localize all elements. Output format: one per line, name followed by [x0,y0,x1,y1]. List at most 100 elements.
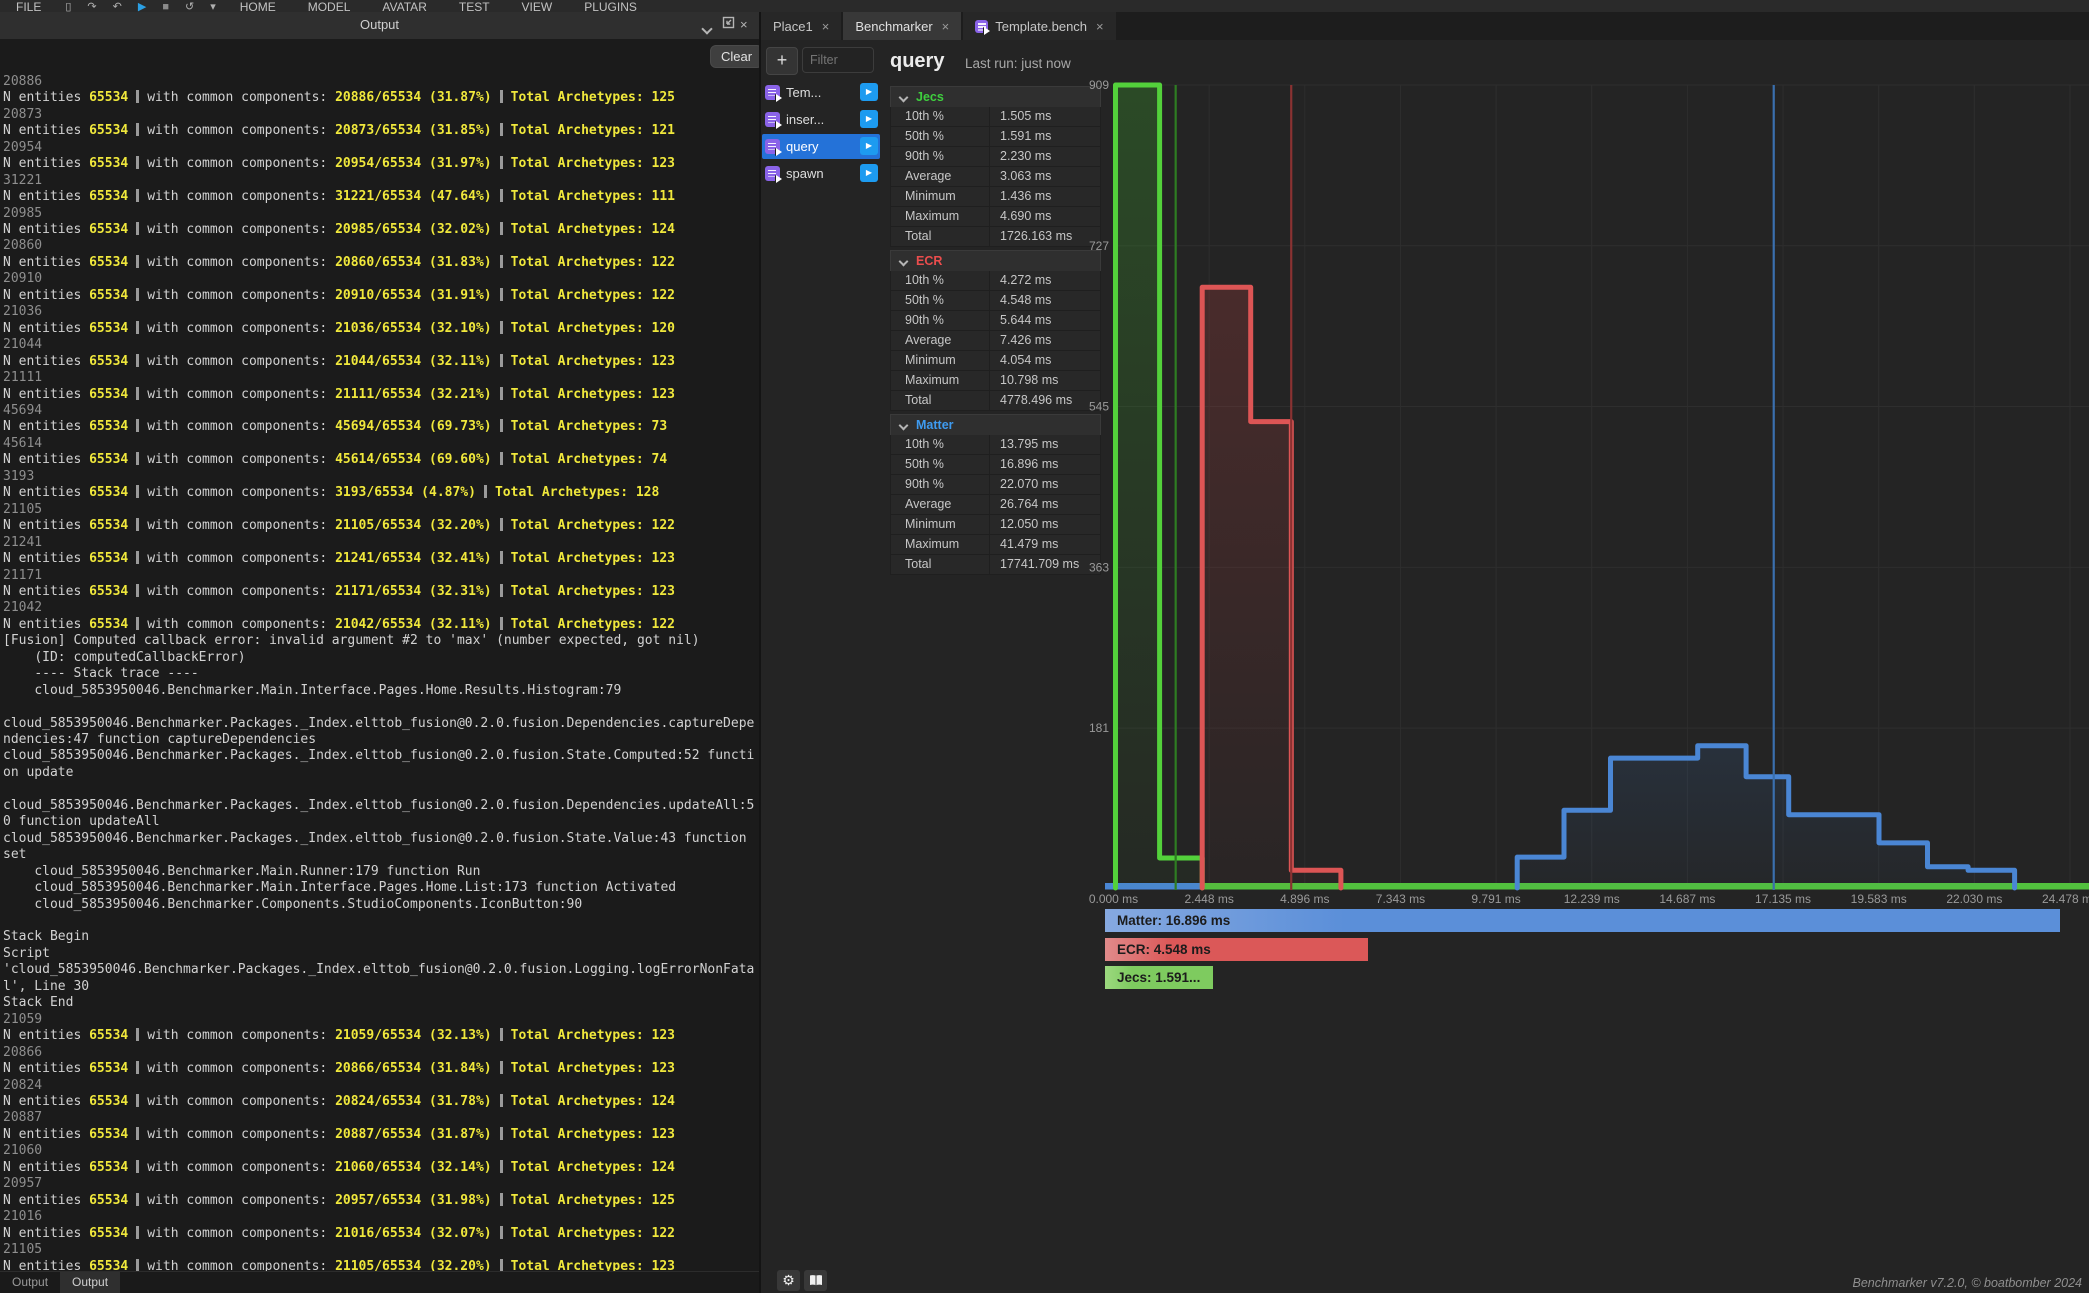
benchmark-item-query[interactable]: query▶ [762,134,880,159]
stats-section-jecs[interactable]: Jecs [890,86,1101,107]
output-console[interactable]: 20886N entities 65534with common compone… [0,39,759,1271]
script-icon [765,85,780,100]
benchmark-item-spawn[interactable]: spawn▶ [762,161,880,186]
log-entity-count: 20985 [3,206,759,222]
log-entity-count: 21241 [3,535,759,551]
log-line: N entities 65534with common components: … [3,156,759,172]
tab-place1[interactable]: Place1× [761,12,841,40]
log-error-line [3,699,759,715]
svg-text:24.478 ms: 24.478 ms [2042,892,2089,906]
close-icon[interactable]: × [942,19,950,34]
log-entity-count: 20866 [3,1045,759,1061]
svg-text:545: 545 [1089,400,1109,414]
log-entity-count: 45694 [3,403,759,419]
stat-row: 50th %4.548 ms [890,291,1101,311]
log-error-line: cloud_5853950046.Benchmarker.Main.Runner… [3,864,759,880]
log-line: N entities 65534with common components: … [3,1094,759,1110]
output-tab[interactable]: Output [60,1272,120,1293]
stats-section-ecr[interactable]: ECR [890,250,1101,271]
log-entity-count: 21111 [3,370,759,386]
log-error-line: cloud_5853950046.Benchmarker.Main.Interf… [3,880,759,896]
run-benchmark-button[interactable]: ▶ [860,164,878,182]
run-benchmark-button[interactable]: ▶ [860,110,878,128]
log-entity-count: 21060 [3,1143,759,1159]
close-icon[interactable]: × [740,17,748,32]
log-line: N entities 65534with common components: … [3,1259,759,1271]
svg-text:12.239 ms: 12.239 ms [1564,892,1620,906]
clear-button[interactable]: Clear [710,45,763,68]
log-line: N entities 65534with common components: … [3,189,759,205]
svg-text:Matter: 16.896 ms: Matter: 16.896 ms [1117,913,1230,928]
script-icon [765,139,780,154]
log-line: N entities 65534with common components: … [3,387,759,403]
close-icon[interactable]: × [1096,19,1104,34]
log-error-line [3,913,759,929]
stat-row: 10th %4.272 ms [890,271,1101,291]
stat-row: Maximum4.690 ms [890,207,1101,227]
stats-section-matter[interactable]: Matter [890,414,1101,435]
stat-row: Minimum1.436 ms [890,187,1101,207]
stat-row: 50th %1.591 ms [890,127,1101,147]
log-error-line: 'cloud_5853950046.Benchmarker.Packages._… [3,962,759,995]
benchmark-item-Tem[interactable]: Tem...▶ [762,80,880,105]
script-icon [765,166,780,181]
stat-row: Maximum10.798 ms [890,371,1101,391]
log-error-line: cloud_5853950046.Benchmarker.Packages._I… [3,716,759,749]
log-error-line: cloud_5853950046.Benchmarker.Main.Interf… [3,683,759,699]
output-tab[interactable]: Output [0,1272,60,1293]
log-line: N entities 65534with common components: … [3,485,759,501]
tab-template-bench[interactable]: Template.bench× [963,12,1115,40]
log-error-line: Script [3,946,759,962]
log-line: N entities 65534with common components: … [3,222,759,238]
log-entity-count: 45614 [3,436,759,452]
svg-text:9.791 ms: 9.791 ms [1471,892,1520,906]
stat-row: Total17741.709 ms [890,555,1101,575]
log-line: N entities 65534with common components: … [3,1028,759,1044]
log-line: N entities 65534with common components: … [3,123,759,139]
log-entity-count: 20824 [3,1078,759,1094]
log-line: N entities 65534with common components: … [3,1193,759,1209]
log-error-line: cloud_5853950046.Benchmarker.Components.… [3,897,759,913]
svg-text:Jecs: 1.591...: Jecs: 1.591... [1117,970,1200,985]
docs-book-icon[interactable] [804,1270,827,1291]
stat-row: Minimum12.050 ms [890,515,1101,535]
legend-bar [1105,909,2060,932]
histogram-chart: 9097275453631810.000 ms2.448 ms4.896 ms7… [1085,60,2089,1005]
stat-row: 10th %1.505 ms [890,107,1101,127]
benchmark-item-inser[interactable]: inser...▶ [762,107,880,132]
collapse-chevron-icon[interactable] [703,21,711,36]
document-tabbar: Place1×Benchmarker×Template.bench× [761,12,2089,40]
log-line: N entities 65534with common components: … [3,90,759,106]
log-line: N entities 65534with common components: … [3,1226,759,1242]
filter-input[interactable] [803,48,887,72]
run-benchmark-button[interactable]: ▶ [860,137,878,155]
tab-benchmarker[interactable]: Benchmarker× [843,12,961,40]
log-entity-count: 21059 [3,1012,759,1028]
log-entity-count: 20860 [3,238,759,254]
log-entity-count: 20957 [3,1176,759,1192]
stat-row: Total1726.163 ms [890,227,1101,247]
svg-text:7.343 ms: 7.343 ms [1376,892,1425,906]
console-lines: 20886N entities 65534with common compone… [3,74,759,1271]
log-line: N entities 65534with common components: … [3,1127,759,1143]
run-benchmark-button[interactable]: ▶ [860,83,878,101]
pop-in-icon[interactable] [722,16,735,32]
output-bottom-tabs: OutputOutput [0,1271,759,1293]
log-line: N entities 65534with common components: … [3,1061,759,1077]
benchmark-list: Tem...▶inser...▶query▶spawn▶ [762,80,880,188]
log-entity-count: 21171 [3,568,759,584]
close-icon[interactable]: × [822,19,830,34]
output-panel-title: Output [0,17,759,32]
stat-row: Maximum41.479 ms [890,535,1101,555]
benchmark-title: query [890,50,944,73]
log-error-line: Stack Begin [3,929,759,945]
stats-tables: Jecs10th %1.505 ms50th %1.591 ms90th %2.… [890,86,1101,578]
svg-text:0.000 ms: 0.000 ms [1089,892,1138,906]
output-panel-header: Output × [0,12,759,40]
studio-window: FILE ▯ ↷ ↶ ▶ ■ ↺ ▾ HOMEMODELAVATARTESTVI… [0,0,2089,1293]
settings-gear-icon[interactable]: ⚙ [777,1270,800,1291]
log-entity-count: 20910 [3,271,759,287]
stat-row: 90th %2.230 ms [890,147,1101,167]
script-icon [765,112,780,127]
add-benchmark-button[interactable]: + [766,47,798,75]
